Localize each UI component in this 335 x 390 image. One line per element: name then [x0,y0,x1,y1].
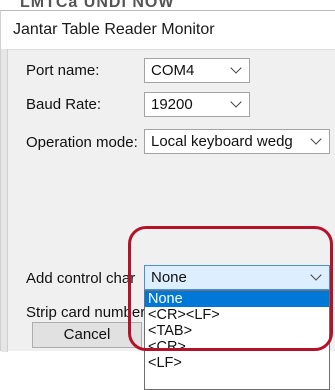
title-bar: Jantar Table Reader Monitor [1,11,335,50]
baud-rate-label: Baud Rate: [26,96,102,113]
add-control-chars-select[interactable]: None [144,265,330,290]
port-name-select[interactable]: COM4 [144,58,250,83]
dropdown-option-none[interactable]: None [145,291,329,307]
window-title: Jantar Table Reader Monitor [13,21,215,38]
chevron-down-icon [310,269,322,281]
baud-rate-value: 19200 [151,96,193,113]
operation-mode-value: Local keyboard wedg [151,133,293,150]
dropdown-option-cr[interactable]: <CR> [145,339,329,355]
add-control-chars-label: Add control char [26,270,136,287]
baud-rate-select[interactable]: 19200 [144,92,250,117]
chevron-down-icon [230,62,242,74]
cancel-button[interactable]: Cancel [32,322,142,348]
control-chars-dropdown-list: None <CR><LF> <TAB> <CR> <LF> [144,290,330,390]
dropdown-option-cr-lf[interactable]: <CR><LF> [145,307,329,323]
dropdown-option-tab[interactable]: <TAB> [145,323,329,339]
dialog-left-edge [1,49,8,352]
add-control-chars-value: None [151,269,187,286]
strip-card-number-label: Strip card number [26,304,146,321]
port-name-label: Port name: [26,62,100,79]
operation-mode-select[interactable]: Local keyboard wedg [144,129,330,154]
operation-mode-label: Operation mode: [26,134,138,151]
chevron-down-icon [230,96,242,108]
dropdown-option-lf[interactable]: <LF> [145,355,329,371]
chevron-down-icon [310,133,322,145]
port-name-value: COM4 [151,62,195,79]
